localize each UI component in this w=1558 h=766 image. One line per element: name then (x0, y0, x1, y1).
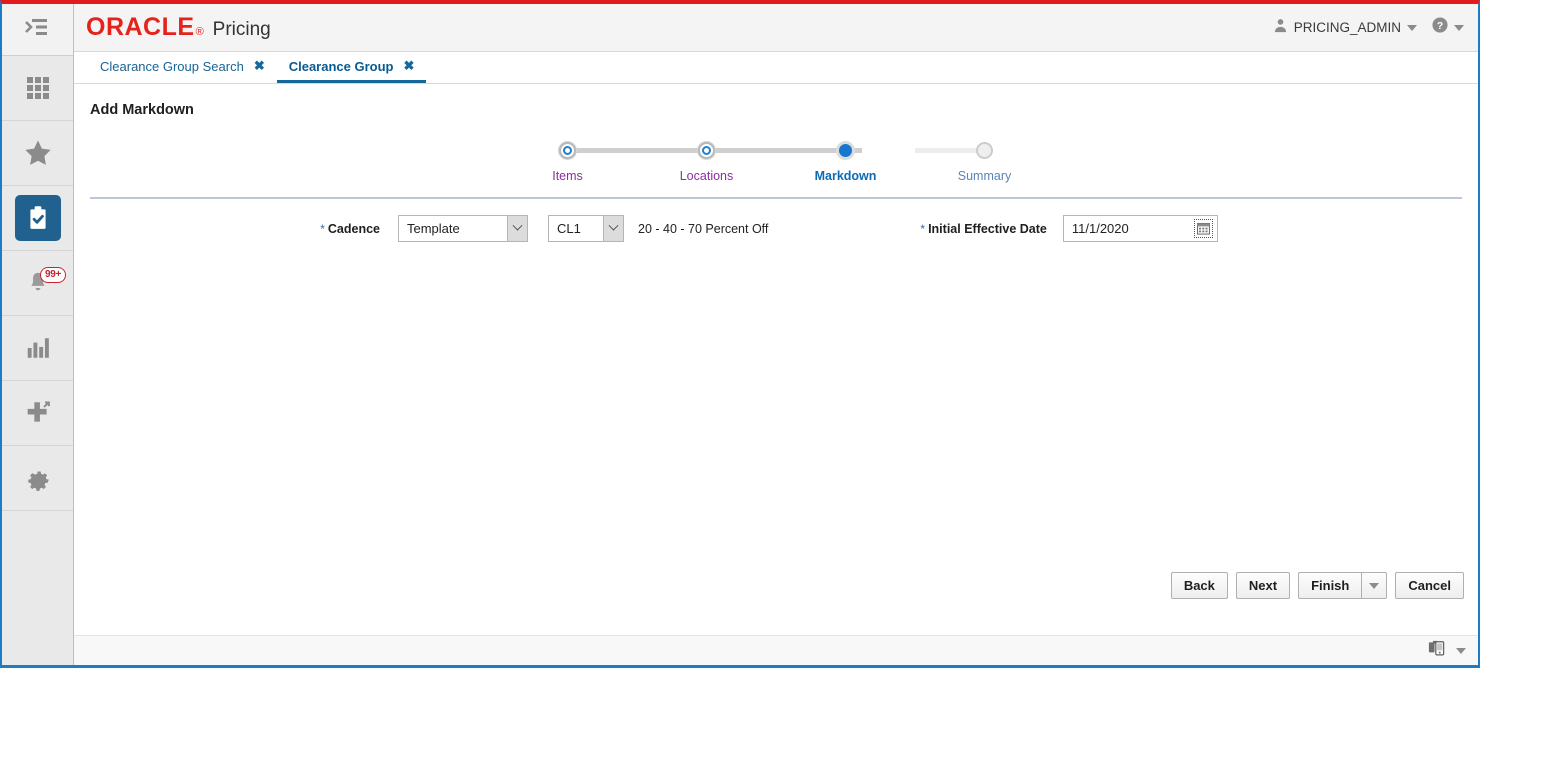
train-wrapper: Items Locations (74, 118, 1478, 183)
cadence-label: *Cadence (74, 222, 380, 236)
sidebar-item-applications[interactable] (2, 56, 73, 121)
train-step-label: Markdown (815, 169, 877, 183)
train-step-dot (698, 142, 715, 159)
train-step-items[interactable]: Items (498, 140, 637, 183)
train-step-locations[interactable]: Locations (637, 140, 776, 183)
cadence-label-text: Cadence (328, 222, 380, 236)
progress-train: Items Locations (498, 140, 1054, 183)
chevron-down-icon (1454, 25, 1464, 31)
markdown-form: *Cadence Template CL1 20 - 40 - 70 Perce… (74, 199, 1478, 242)
registered-trademark-icon: ® (196, 26, 204, 38)
sidebar-empty-area (2, 511, 73, 665)
user-name-label: PRICING_ADMIN (1294, 20, 1401, 35)
chevron-down-icon[interactable] (603, 216, 623, 241)
back-button[interactable]: Back (1171, 572, 1228, 599)
sidebar-item-tasks[interactable] (2, 186, 73, 251)
oracle-brand: ORACLE ® Pricing (86, 13, 271, 42)
sidebar-rail: 99+ (2, 4, 74, 665)
train-step-summary[interactable]: Summary (915, 140, 1054, 183)
cadence-code-select[interactable]: CL1 (548, 215, 624, 242)
oracle-logo-text: ORACLE (86, 13, 195, 42)
application-window: 99+ (0, 0, 1480, 668)
initial-effective-date-field[interactable]: 11/1/2020 (1063, 215, 1218, 242)
train-connector-left (498, 148, 568, 153)
cadence-type-select[interactable]: Template (398, 215, 528, 242)
gear-icon (15, 455, 61, 501)
cadence-description: 20 - 40 - 70 Percent Off (638, 222, 768, 236)
cadence-code-value: CL1 (549, 216, 603, 241)
chevron-down-icon[interactable] (507, 216, 527, 241)
notification-badge: 99+ (40, 267, 66, 283)
train-step-dot-active (836, 141, 855, 160)
cadence-type-value: Template (399, 216, 507, 241)
application-name: Pricing (213, 19, 271, 41)
initial-effective-date-label-text: Initial Effective Date (928, 222, 1047, 236)
sidebar-item-create[interactable] (2, 381, 73, 446)
sidebar-item-notifications[interactable]: 99+ (2, 251, 73, 316)
chevron-down-icon[interactable] (1456, 648, 1466, 654)
sidebar-item-favorites[interactable] (2, 121, 73, 186)
train-step-label: Locations (680, 169, 734, 183)
train-step-markdown[interactable]: Markdown (776, 140, 915, 183)
train-step-label: Summary (958, 169, 1011, 183)
train-connector-left (915, 148, 985, 153)
tab-label: Clearance Group Search (100, 59, 244, 74)
mobile-device-icon[interactable] (1428, 640, 1448, 662)
tab-strip: Clearance Group Search ✖ Clearance Group… (74, 52, 1478, 84)
tab-clearance-group-search[interactable]: Clearance Group Search ✖ (88, 52, 277, 83)
finish-split-button: Finish (1298, 572, 1387, 599)
apps-grid-icon (15, 65, 61, 111)
page-title: Add Markdown (74, 84, 1478, 118)
help-menu[interactable]: ? (1431, 16, 1464, 39)
sidebar-item-settings[interactable] (2, 446, 73, 511)
calendar-icon[interactable] (1194, 219, 1213, 238)
star-icon (15, 130, 61, 176)
user-avatar-icon (1273, 18, 1288, 38)
main-column: ORACLE ® Pricing PRICING_ADMIN (74, 4, 1478, 665)
finish-menu-button[interactable] (1361, 572, 1387, 599)
global-header: ORACLE ® Pricing PRICING_ADMIN (74, 4, 1478, 52)
collapse-menu-icon (25, 17, 51, 42)
close-icon[interactable]: ✖ (403, 58, 414, 74)
plus-arrow-icon (15, 390, 61, 436)
chevron-down-icon (1369, 583, 1379, 589)
train-connector-right (568, 148, 638, 153)
user-menu[interactable]: PRICING_ADMIN (1273, 18, 1417, 38)
required-indicator: * (320, 222, 325, 236)
train-step-dot (559, 142, 576, 159)
status-bar (74, 635, 1478, 665)
content-area: Add Markdown Items (74, 84, 1478, 635)
train-step-label: Items (552, 169, 583, 183)
sidebar-item-reports[interactable] (2, 316, 73, 381)
initial-effective-date-label: *Initial Effective Date (920, 222, 1046, 236)
form-row-cadence-date: *Cadence Template CL1 20 - 40 - 70 Perce… (74, 215, 1478, 242)
finish-button[interactable]: Finish (1298, 572, 1361, 599)
tab-label: Clearance Group (289, 59, 394, 74)
bar-chart-icon (15, 325, 61, 371)
wizard-button-bar: Back Next Finish Cancel (1171, 572, 1464, 599)
close-icon[interactable]: ✖ (254, 58, 265, 74)
train-step-dot (976, 142, 993, 159)
clipboard-check-icon (15, 195, 61, 241)
chevron-down-icon (1407, 25, 1417, 31)
svg-text:?: ? (1437, 21, 1443, 32)
train-connector-right (985, 148, 1055, 153)
cancel-button[interactable]: Cancel (1395, 572, 1464, 599)
initial-effective-date-value: 11/1/2020 (1072, 221, 1129, 236)
help-icon: ? (1431, 16, 1449, 39)
train-connector-right (707, 148, 777, 153)
required-indicator: * (920, 222, 925, 236)
tab-clearance-group[interactable]: Clearance Group ✖ (277, 52, 427, 83)
train-connector-left (637, 148, 707, 153)
next-button[interactable]: Next (1236, 572, 1290, 599)
sidebar-item-collapse-menu[interactable] (2, 4, 73, 56)
